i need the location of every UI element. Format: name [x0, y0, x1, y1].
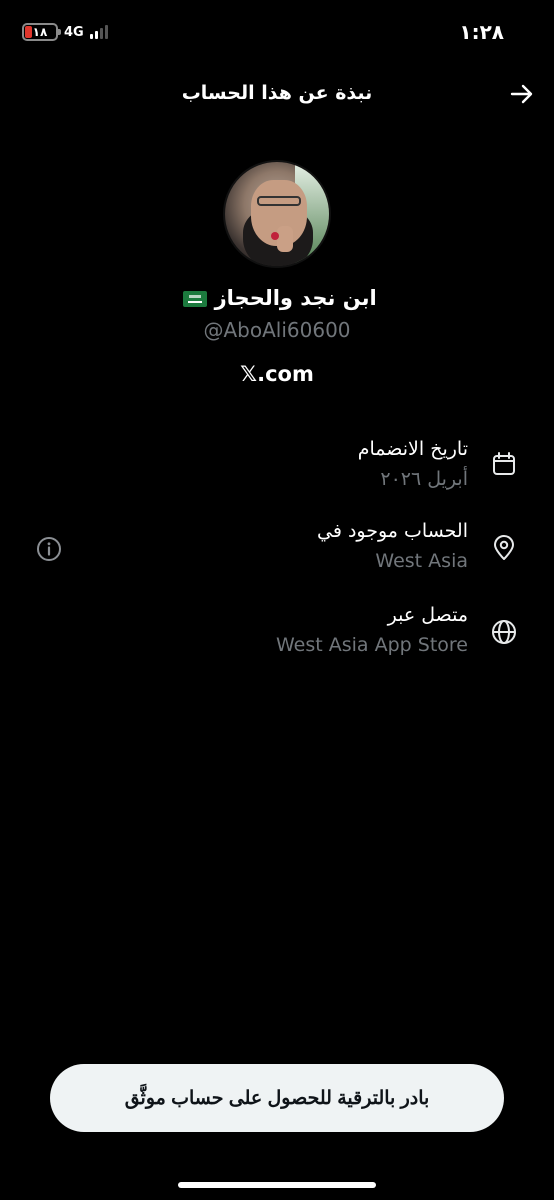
- location-pin-icon: [494, 535, 514, 560]
- connected-label: متصل عبر: [387, 604, 468, 626]
- calendar-icon: [493, 452, 515, 475]
- joined-value: أبريل ٢٠٢٦: [380, 468, 468, 490]
- location-value: West Asia: [375, 550, 468, 572]
- saudi-flag-icon: [183, 291, 208, 307]
- info-row-location: الحساب موجود في West Asia: [0, 516, 554, 586]
- network-type: 4G: [64, 24, 84, 40]
- arrow-right-icon: [510, 84, 533, 104]
- info-row-connected: متصل عبر West Asia App Store: [0, 600, 554, 670]
- avatar[interactable]: [223, 160, 331, 268]
- website-link[interactable]: 𝕏.com: [0, 362, 554, 386]
- status-bar: ١٨ 4G ١:٢٨: [0, 0, 554, 64]
- info-icon[interactable]: [36, 536, 62, 562]
- connected-value: West Asia App Store: [276, 634, 468, 656]
- status-time: ١:٢٨: [459, 20, 504, 44]
- battery-icon: ١٨: [22, 23, 61, 41]
- battery-level: ١٨: [32, 25, 48, 39]
- page-title: نبذة عن هذا الحساب: [181, 82, 373, 104]
- back-button[interactable]: [508, 80, 536, 108]
- info-row-joined: تاريخ الانضمام أبريل ٢٠٢٦: [0, 432, 554, 502]
- display-name: ابن نجد والحجاز: [0, 286, 554, 310]
- location-label: الحساب موجود في: [317, 520, 468, 542]
- upgrade-verified-button[interactable]: بادر بالترقية للحصول على حساب موثَّق: [50, 1064, 504, 1132]
- header: نبذة عن هذا الحساب: [0, 72, 554, 116]
- home-indicator[interactable]: [178, 1182, 376, 1188]
- signal-icon: [89, 25, 108, 39]
- status-indicators: ١٨ 4G: [22, 23, 108, 41]
- joined-label: تاريخ الانضمام: [357, 438, 468, 460]
- globe-icon: [492, 620, 516, 644]
- user-handle: @AboAli60600: [203, 318, 351, 342]
- display-name-text: ابن نجد والحجاز: [214, 286, 377, 310]
